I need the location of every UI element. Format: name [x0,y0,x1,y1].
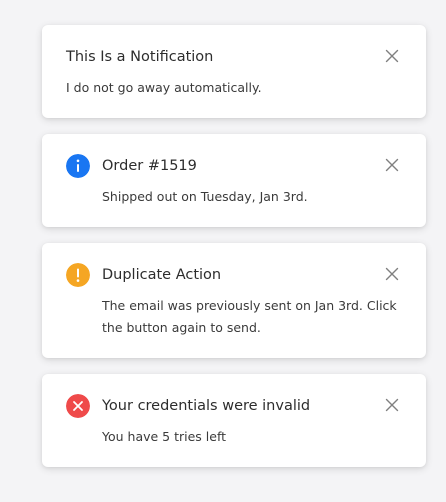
notification-stack: This Is a Notification I do not go away … [42,25,426,483]
notification-title: Your credentials were invalid [102,398,311,414]
info-icon [66,154,90,178]
notification-message: You have 5 tries left [102,429,227,444]
notification-message: I do not go away automatically. [66,80,262,95]
notification-title: Duplicate Action [102,267,222,283]
close-icon[interactable] [384,397,400,413]
close-icon[interactable] [384,48,400,64]
notification-info: Order #1519 Shipped out on Tuesday, Jan … [42,134,426,227]
notification-plain: This Is a Notification I do not go away … [42,25,426,118]
close-icon[interactable] [384,266,400,282]
notification-message: Shipped out on Tuesday, Jan 3rd. [102,189,308,204]
error-icon [66,394,90,418]
notification-message: The email was previously sent on Jan 3rd… [102,298,397,335]
notification-title: Order #1519 [102,158,197,174]
warning-icon [66,263,90,287]
notification-warning: Duplicate Action The email was previousl… [42,243,426,358]
notification-error: Your credentials were invalid You have 5… [42,374,426,467]
notification-title: This Is a Notification [66,49,214,65]
close-icon[interactable] [384,157,400,173]
